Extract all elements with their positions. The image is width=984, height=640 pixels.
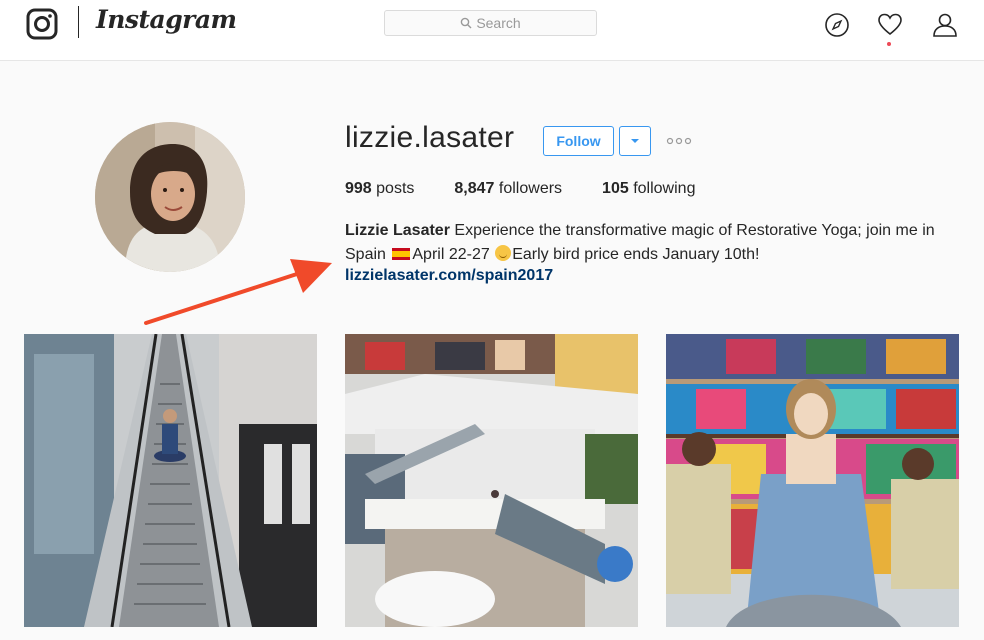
search-icon <box>461 17 472 29</box>
posts-stat: 998 posts <box>345 180 414 198</box>
profile-website-link[interactable]: lizzielasater.com/spain2017 <box>345 267 553 285</box>
fabric-shop-photo <box>666 334 959 627</box>
following-count: 105 <box>602 180 629 197</box>
following-label: following <box>633 180 696 197</box>
followers-label: followers <box>498 180 563 197</box>
mall-photo <box>345 334 638 627</box>
instagram-wordmark[interactable]: Instagram <box>96 5 237 34</box>
suggestions-dropdown-button[interactable] <box>619 126 651 156</box>
follow-button[interactable]: Follow <box>543 126 614 156</box>
camera-logo-icon[interactable] <box>26 8 58 40</box>
escalator-photo <box>24 334 317 627</box>
compass-icon[interactable] <box>824 12 850 38</box>
smiling-emoji <box>495 245 512 261</box>
search-box[interactable]: Search <box>384 10 597 36</box>
followers-count: 8,847 <box>454 180 495 197</box>
person-icon[interactable] <box>932 12 958 38</box>
more-options-icon[interactable] <box>666 135 692 147</box>
spain-flag-emoji <box>392 248 411 260</box>
profile-full-name: Lizzie Lasater <box>345 222 450 239</box>
followers-stat[interactable]: 8,847 followers <box>454 180 562 198</box>
following-stat[interactable]: 105 following <box>602 180 695 198</box>
post-thumbnail-fabric-shop[interactable] <box>666 334 959 627</box>
bio-text-part2: April 22-27 <box>412 246 490 263</box>
post-thumbnail-escalator[interactable] <box>24 334 317 627</box>
bio-text-part3: Early bird price ends January 10th! <box>512 246 760 263</box>
avatar-photo <box>95 122 245 272</box>
profile-stats: 998 posts 8,847 followers 105 following <box>345 180 735 198</box>
search-placeholder: Search <box>476 15 521 31</box>
heart-icon[interactable] <box>877 12 903 38</box>
post-thumbnail-mall[interactable] <box>345 334 638 627</box>
annotation-arrow-icon <box>144 259 332 325</box>
posts-count: 998 <box>345 180 372 197</box>
top-navigation-bar: Instagram Search <box>0 0 984 61</box>
profile-username: lizzie.lasater <box>345 121 515 154</box>
profile-bio: Lizzie Lasater Experience the transforma… <box>345 219 965 267</box>
header-divider <box>78 6 79 38</box>
notification-dot <box>887 42 891 46</box>
profile-avatar[interactable] <box>95 122 245 272</box>
posts-label: posts <box>376 180 415 197</box>
caret-down-icon <box>631 139 639 143</box>
